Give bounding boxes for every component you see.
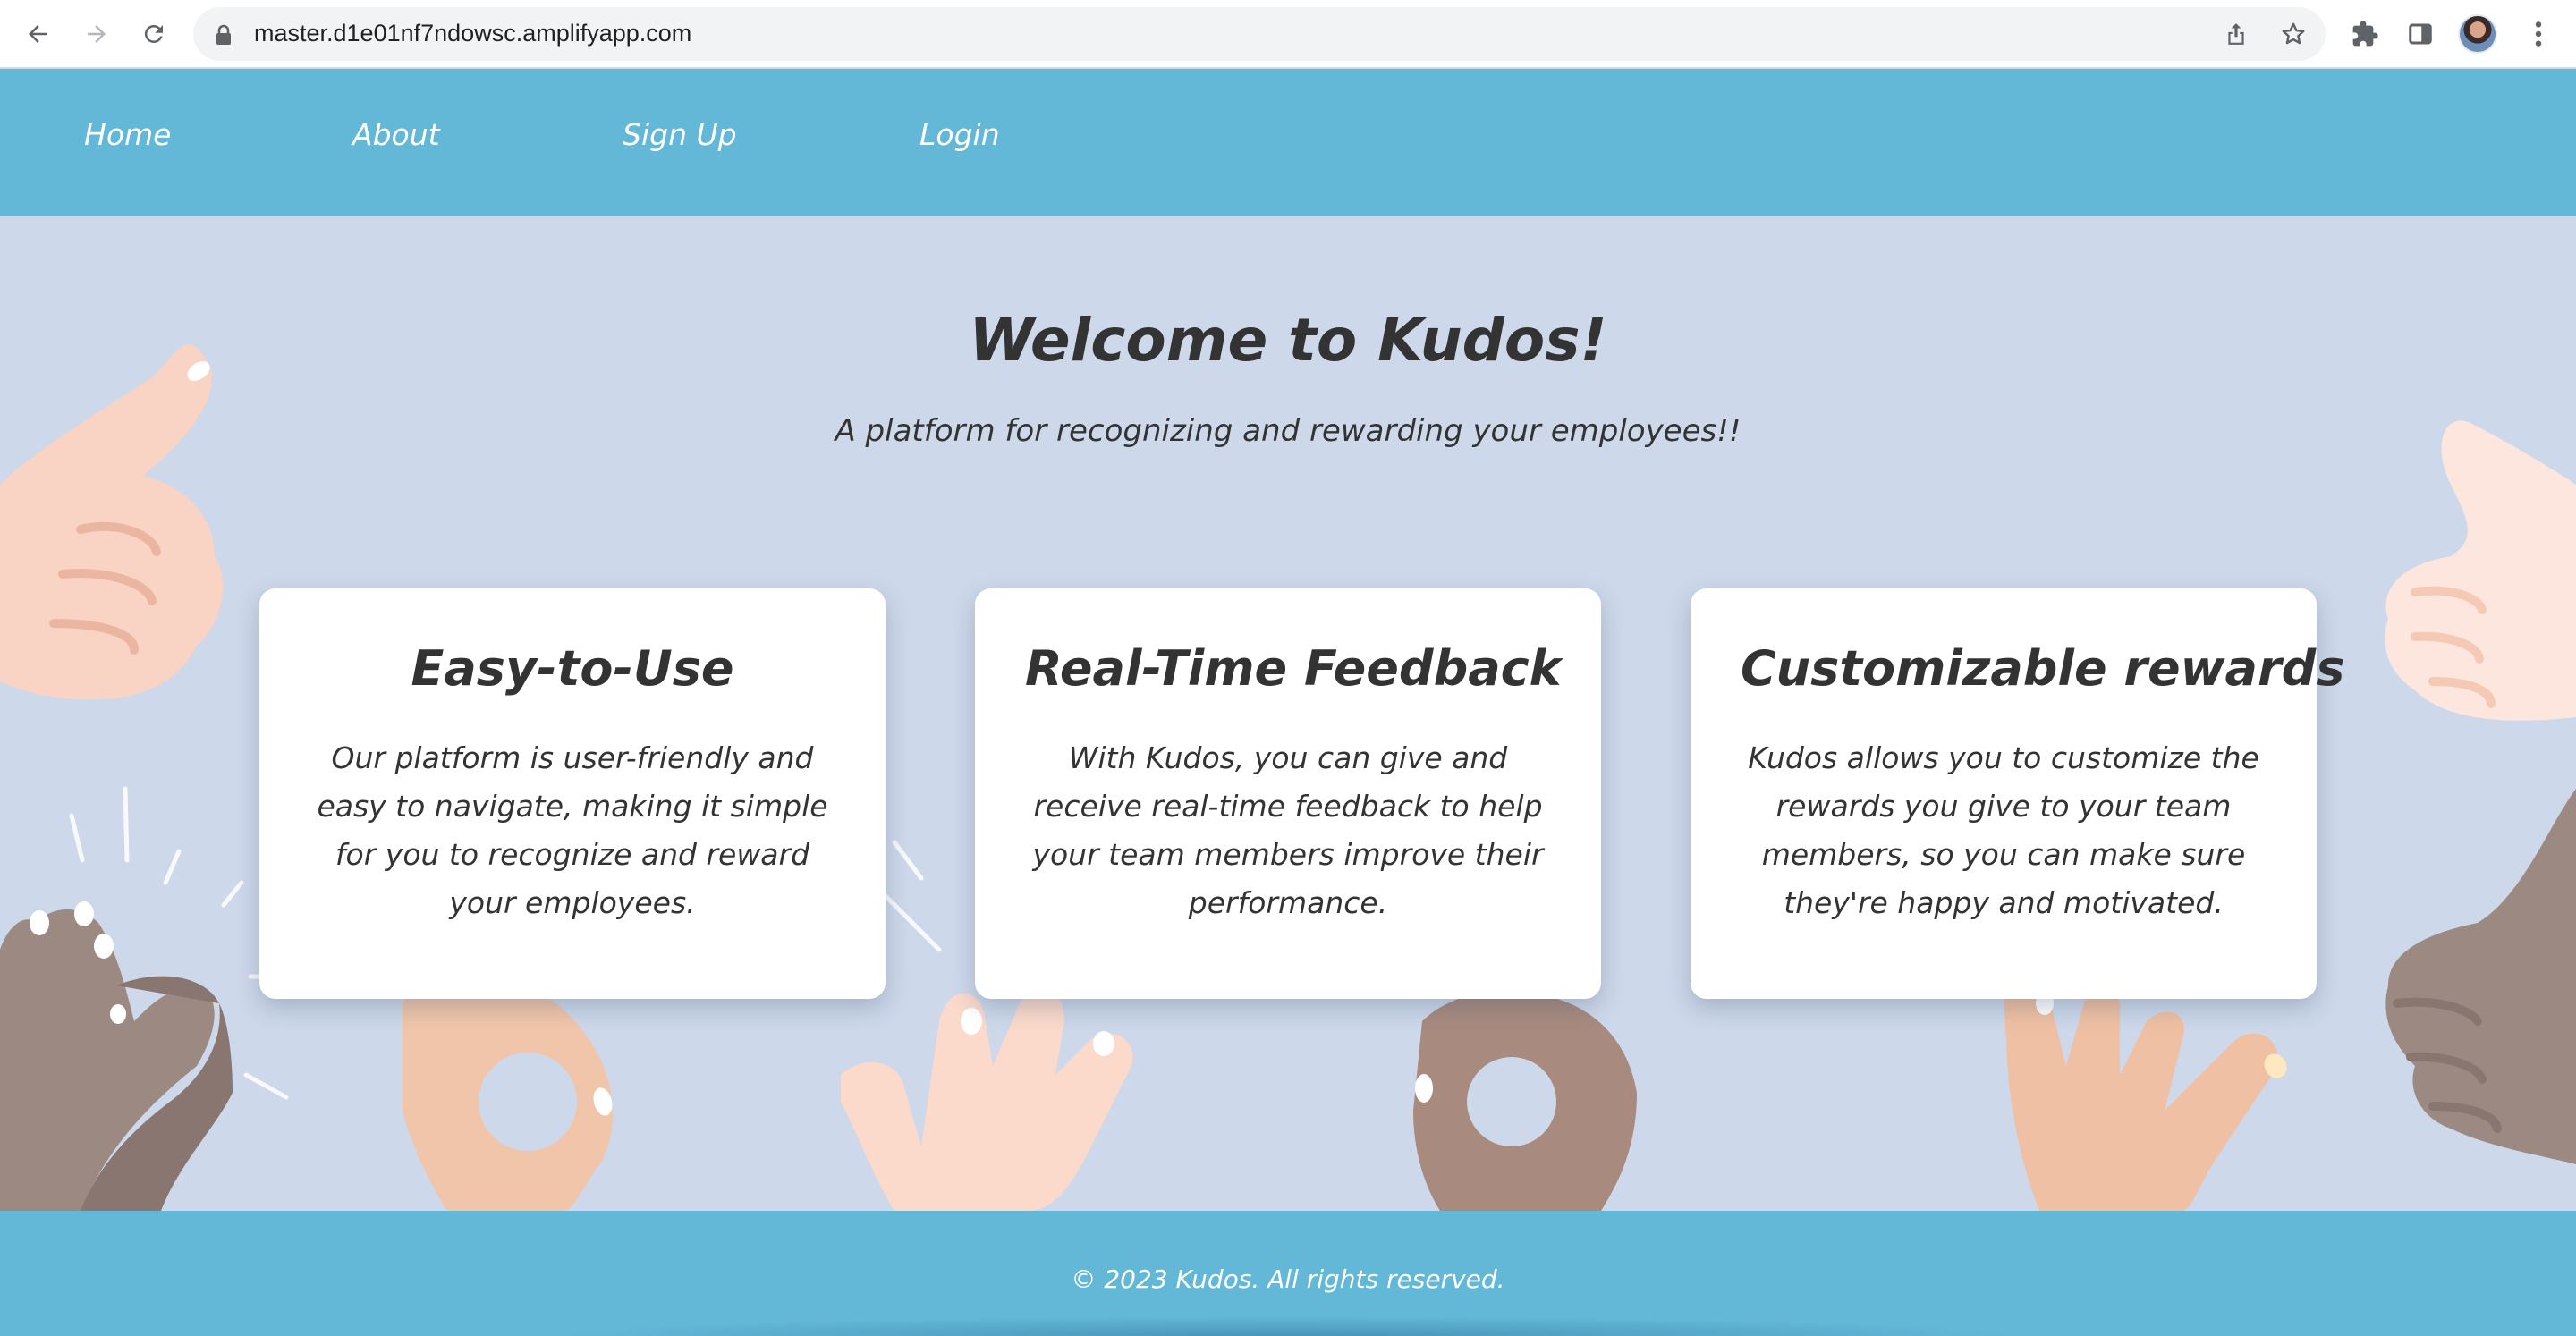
nav-about-link[interactable]: About xyxy=(352,117,440,152)
page-title: Welcome to Kudos! xyxy=(969,306,1607,375)
page-subtitle: A platform for recognizing and rewarding… xyxy=(835,413,1741,449)
url-text: master.d1e01nf7ndowsc.amplifyapp.com xyxy=(254,20,692,47)
star-icon[interactable] xyxy=(2279,20,2308,48)
forward-button[interactable] xyxy=(77,14,116,54)
feature-card-text: With Kudos, you can give and receive rea… xyxy=(1032,740,1544,921)
nav-login-link[interactable]: Login xyxy=(919,117,1000,152)
browser-toolbar: master.d1e01nf7ndowsc.amplifyapp.com xyxy=(0,0,2576,68)
feature-card-customizable-rewards: Customizable rewards Kudos allows you to… xyxy=(1690,588,2345,999)
address-bar[interactable]: master.d1e01nf7ndowsc.amplifyapp.com xyxy=(193,7,2326,61)
feature-card-easy-to-use: Easy-to-Use Our platform is user-friendl… xyxy=(259,588,886,999)
site-navbar: Home About Sign Up Login xyxy=(0,69,2576,216)
feature-card-title: Customizable rewards xyxy=(1741,640,2345,697)
feature-card-title: Real-Time Feedback xyxy=(1025,640,1562,697)
feature-card-text: Our platform is user-friendly and easy t… xyxy=(317,740,828,921)
hero-section: Welcome to Kudos! A platform for recogni… xyxy=(0,216,2576,1211)
feature-card-text: Kudos allows you to customize the reward… xyxy=(1748,740,2259,921)
reload-icon xyxy=(144,24,163,43)
feature-card-real-time-feedback: Real-Time Feedback With Kudos, you can g… xyxy=(975,588,1601,999)
profile-avatar[interactable] xyxy=(2458,14,2497,54)
copyright-text: © 2023 Kudos. All rights reserved. xyxy=(1071,1264,1505,1294)
share-icon[interactable] xyxy=(2222,20,2250,48)
side-panel-icon[interactable] xyxy=(2402,16,2438,52)
feature-card-title: Easy-to-Use xyxy=(411,640,734,697)
kebab-menu-icon[interactable] xyxy=(2521,16,2556,52)
puzzle-icon[interactable] xyxy=(2347,16,2383,52)
nav-signup-link[interactable]: Sign Up xyxy=(623,117,737,152)
reload-button[interactable] xyxy=(134,14,174,54)
back-button[interactable] xyxy=(18,14,57,54)
footer-shadow xyxy=(555,1316,2021,1336)
lock-icon xyxy=(216,24,231,45)
nav-home-link[interactable]: Home xyxy=(84,117,171,152)
site-footer: © 2023 Kudos. All rights reserved. xyxy=(0,1211,2576,1336)
arrow-left-icon xyxy=(29,25,47,43)
arrow-right-icon xyxy=(88,25,106,43)
